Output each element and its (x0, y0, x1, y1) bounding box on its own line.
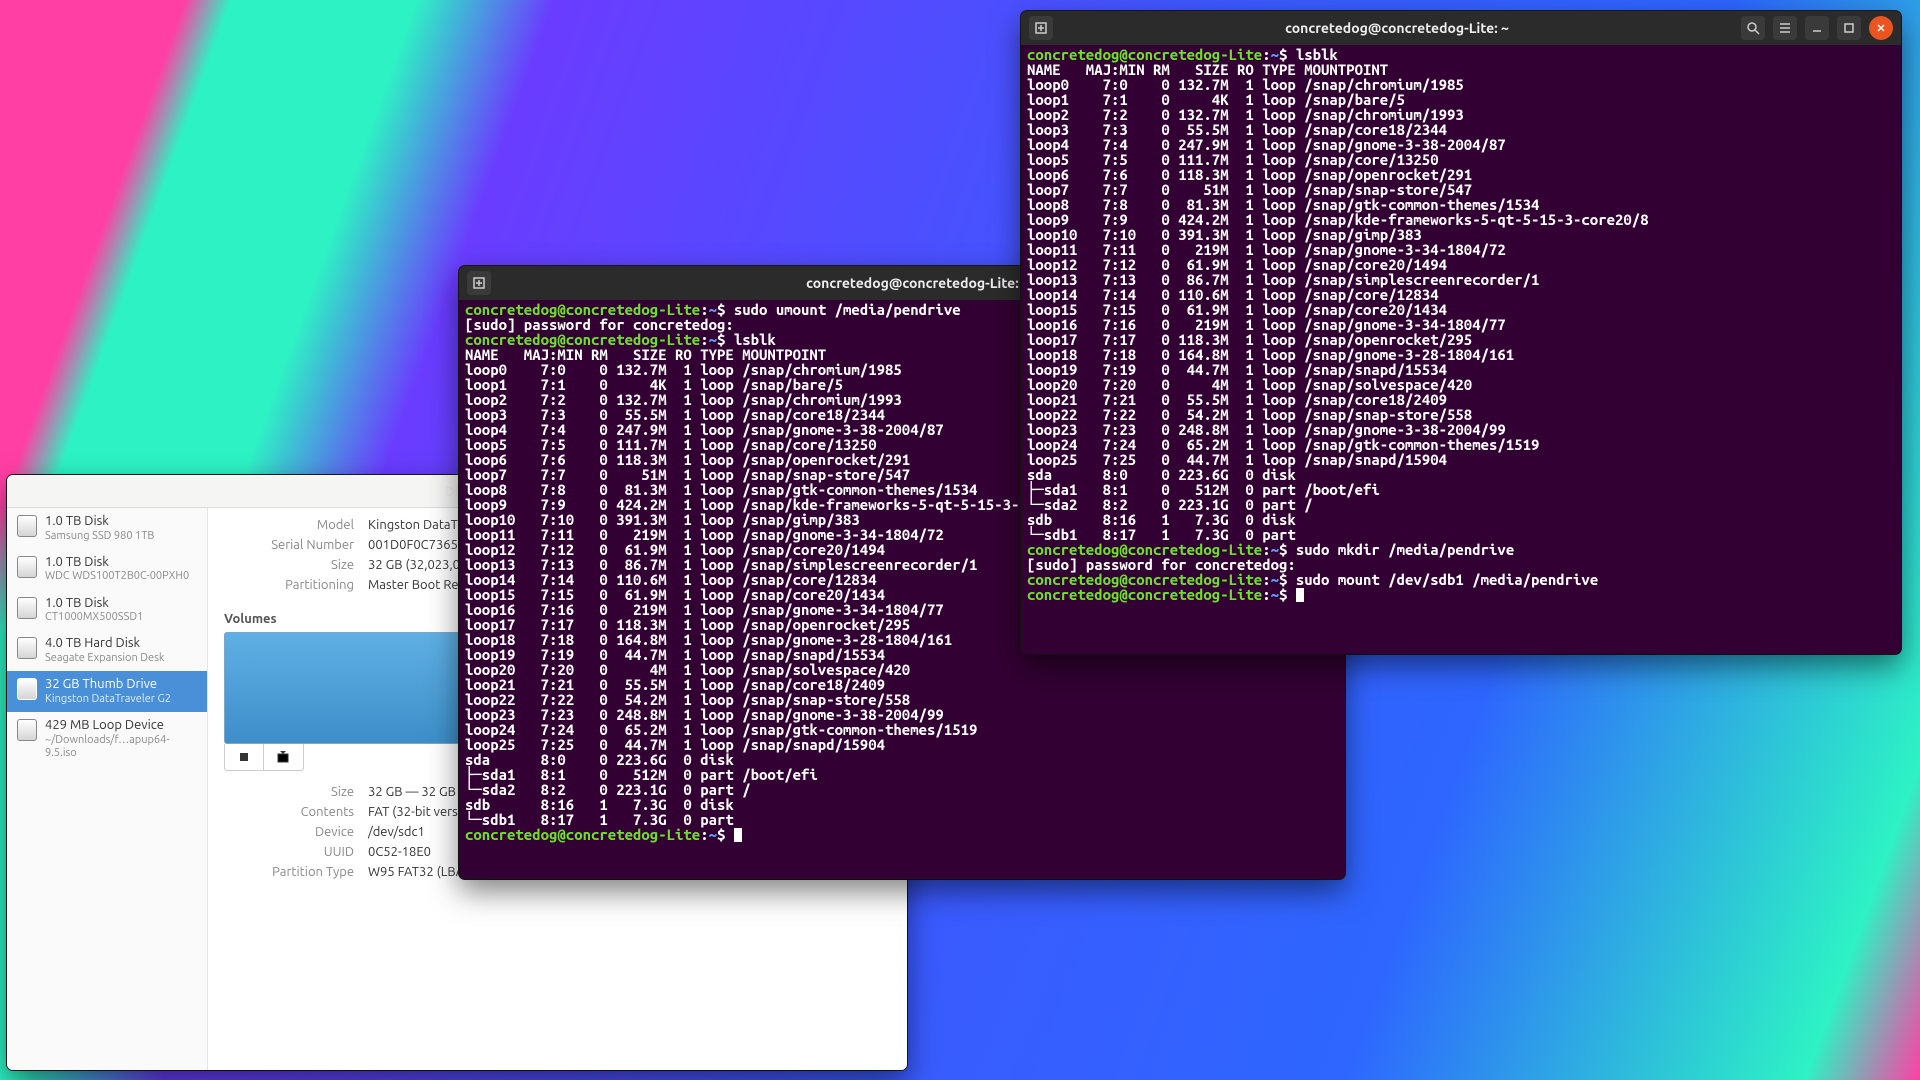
disk-name: 32 GB Thumb Drive (45, 677, 171, 693)
gear-button[interactable] (264, 744, 302, 770)
vol-contents-label: Contents (224, 805, 354, 819)
disk-name: 1.0 TB Disk (45, 596, 143, 612)
terminal-window-top: concretedog@concretedog-Lite: ~ concrete… (1021, 11, 1901, 654)
sidebar-item-disk[interactable]: 4.0 TB Hard DiskSeagate Expansion Desk (7, 630, 207, 671)
disk-sub: ~/Downloads/f…apup64-9.5.iso (45, 734, 197, 760)
disk-name: 429 MB Loop Device (45, 718, 197, 734)
disk-icon (17, 515, 37, 537)
partitioning-label: Partitioning (224, 578, 354, 592)
vol-device-label: Device (224, 825, 354, 839)
disk-sub: Kingston DataTraveler G2 (45, 693, 171, 706)
sidebar-item-disk[interactable]: 429 MB Loop Device~/Downloads/f…apup64-9… (7, 712, 207, 766)
disks-sidebar: 1.0 TB DiskSamsung SSD 980 1TB1.0 TB Dis… (7, 508, 208, 1070)
menu-icon[interactable] (1773, 16, 1797, 40)
new-tab-icon[interactable] (467, 271, 491, 295)
disk-icon (17, 678, 37, 700)
disk-icon (17, 719, 37, 741)
close-icon[interactable] (1869, 16, 1893, 40)
vol-ptype-label: Partition Type (224, 865, 354, 879)
disk-sub: WDC WDS100T2B0C-00PXH0 (45, 570, 189, 583)
sidebar-item-disk[interactable]: 1.0 TB DiskSamsung SSD 980 1TB (7, 508, 207, 549)
serial-label: Serial Number (224, 538, 354, 552)
volume-toolbar (224, 744, 304, 771)
sidebar-item-disk[interactable]: 32 GB Thumb DriveKingston DataTraveler G… (7, 671, 207, 712)
sidebar-item-disk[interactable]: 1.0 TB DiskWDC WDS100T2B0C-00PXH0 (7, 549, 207, 590)
model-label: Model (224, 518, 354, 532)
vol-uuid-label: UUID (224, 845, 354, 859)
size-label: Size (224, 558, 354, 572)
vol-size-label: Size (224, 785, 354, 799)
disk-icon (17, 637, 37, 659)
terminal-title: concretedog@concretedog-Lite: ~ (1061, 20, 1733, 36)
new-tab-icon[interactable] (1029, 16, 1053, 40)
disk-name: 4.0 TB Hard Disk (45, 636, 164, 652)
maximize-icon[interactable] (1837, 16, 1861, 40)
disk-sub: Samsung SSD 980 1TB (45, 530, 154, 543)
disk-name: 1.0 TB Disk (45, 514, 154, 530)
search-icon[interactable] (1741, 16, 1765, 40)
terminal-titlebar[interactable]: concretedog@concretedog-Lite: ~ (1021, 11, 1901, 45)
disk-icon (17, 556, 37, 578)
disk-icon (17, 597, 37, 619)
disk-sub: CT1000MX500SSD1 (45, 611, 143, 624)
stop-button[interactable] (225, 744, 264, 770)
disk-sub: Seagate Expansion Desk (45, 652, 164, 665)
sidebar-item-disk[interactable]: 1.0 TB DiskCT1000MX500SSD1 (7, 590, 207, 631)
minimize-icon[interactable] (1805, 16, 1829, 40)
terminal-body[interactable]: concretedog@concretedog-Lite:~$ lsblk NA… (1021, 45, 1901, 654)
disk-name: 1.0 TB Disk (45, 555, 189, 571)
